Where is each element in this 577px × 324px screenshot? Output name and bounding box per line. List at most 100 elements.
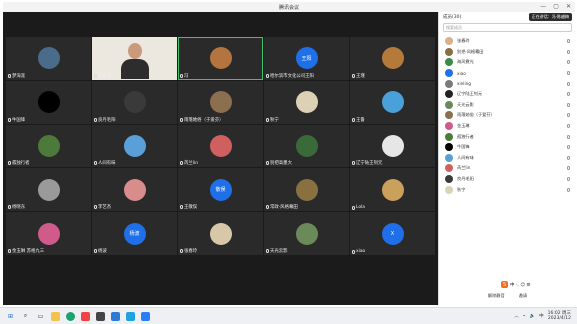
speaking-indicator: 正在讲话：冯·陈越梅 <box>528 13 572 21</box>
window-title: 腾讯会议 <box>278 4 299 11</box>
file-explorer-icon[interactable] <box>51 311 60 321</box>
member-row[interactable]: 雨落她俗（于爱芬） <box>439 110 576 121</box>
app-icon[interactable] <box>81 311 90 321</box>
participant-avatar: 王阳 <box>295 47 318 70</box>
mic-icon <box>180 161 183 166</box>
mic-icon[interactable] <box>567 166 570 171</box>
member-row[interactable]: 海风霓光 <box>439 57 576 68</box>
participant-tile[interactable]: 杨波 杨波 <box>92 212 177 256</box>
member-row[interactable]: 芮兰lin <box>439 163 576 174</box>
participant-tile[interactable]: 孤独行者 <box>6 124 91 168</box>
mic-icon[interactable] <box>567 155 570 160</box>
mic-icon[interactable] <box>567 113 570 118</box>
participant-name: 张春玲 <box>180 248 197 254</box>
invite-button[interactable]: 邀请 <box>519 293 527 299</box>
participant-tile[interactable]: 常政·风格幕田 <box>264 168 349 212</box>
mic-icon[interactable] <box>567 92 570 97</box>
app-icon-3[interactable] <box>126 311 135 321</box>
participant-name-label: 良丹毛阳 <box>98 117 116 123</box>
participant-tile[interactable]: Lola <box>350 168 435 212</box>
participant-tile[interactable]: 张春玲 <box>178 212 263 256</box>
participant-tile[interactable]: 王瑾 <box>350 37 435 80</box>
member-row[interactable]: xinling <box>439 78 576 89</box>
participant-tile[interactable]: 李晓峰 <box>92 37 177 80</box>
member-row[interactable]: 天光云影 <box>439 100 576 111</box>
members-count[interactable]: 成员(30) <box>443 14 461 20</box>
participant-tile[interactable]: 牛国锋 <box>6 80 91 124</box>
member-avatar <box>445 90 453 99</box>
mic-icon[interactable] <box>567 187 570 192</box>
participant-tile[interactable]: Xxiao <box>350 212 435 256</box>
participant-tile[interactable]: 梦海涯 <box>6 37 91 80</box>
tencent-meeting-icon[interactable] <box>141 311 150 321</box>
participant-avatar <box>295 135 318 158</box>
task-view-icon[interactable]: ▭ <box>36 312 45 321</box>
participant-name-label: 杨晓东 <box>12 205 26 211</box>
search-icon[interactable]: ⌕ <box>21 312 30 321</box>
participant-tile[interactable]: 王阳哈尔滨市文化公司王阳 <box>264 37 349 80</box>
tray-chevron-icon[interactable]: ︿ <box>514 313 519 319</box>
member-avatar <box>445 69 453 78</box>
member-avatar <box>445 185 453 194</box>
mic-icon[interactable] <box>567 71 570 76</box>
store-icon[interactable] <box>96 311 105 321</box>
member-row[interactable]: 孤独行者 <box>439 131 576 142</box>
mic-icon[interactable] <box>567 49 570 54</box>
mic-icon <box>180 249 183 254</box>
member-row[interactable]: xiao <box>439 68 576 79</box>
participant-tile[interactable]: 杨晓东 <box>6 168 91 212</box>
participant-tile[interactable]: 秋宁 <box>264 80 349 124</box>
edge-icon[interactable] <box>66 311 75 321</box>
participant-name-label: 哈尔滨市文化公司王阳 <box>270 73 314 79</box>
unmute-all-button[interactable]: 解除静音 <box>488 293 505 299</box>
participant-tile[interactable]: 人间有味 <box>92 124 177 168</box>
member-row[interactable]: 人间有味 <box>439 153 576 164</box>
mic-icon <box>266 73 269 78</box>
participant-tile[interactable]: 雨落她俗（于爱芬） <box>178 80 263 124</box>
maximize-button[interactable]: ▢ <box>553 3 559 10</box>
minimize-button[interactable]: — <box>540 3 546 10</box>
participant-tile[interactable]: 芮兰lin <box>178 124 263 168</box>
close-button[interactable]: ✕ <box>566 3 571 10</box>
member-row[interactable]: 良丹毛阳 <box>439 174 576 185</box>
app-icon-2[interactable] <box>111 311 120 321</box>
participant-tile[interactable]: 天光云影 <box>264 212 349 256</box>
member-avatar <box>445 132 453 141</box>
mic-icon[interactable] <box>567 145 570 150</box>
member-avatar <box>445 111 453 120</box>
participant-tile[interactable]: 敬俣 王敬俣 <box>178 168 263 212</box>
participant-avatar <box>209 135 232 158</box>
participant-avatar: 杨波 <box>123 222 146 245</box>
member-search-input[interactable]: 搜索成员 <box>443 23 572 32</box>
participant-tile[interactable]: 良丹毛阳 <box>92 80 177 124</box>
ime-indicator[interactable]: 中 <box>539 313 544 319</box>
member-row[interactable]: 秋宁 <box>439 184 576 195</box>
mic-icon <box>180 73 183 78</box>
mic-icon <box>266 205 269 210</box>
search-row: 搜索成员 <box>439 22 576 33</box>
mic-icon[interactable] <box>567 39 570 44</box>
network-icon[interactable]: ⌁ <box>523 314 526 319</box>
mic-icon[interactable] <box>567 124 570 129</box>
volume-icon[interactable]: 🔈 <box>529 314 535 319</box>
participant-tile[interactable]: 辽宁陆王钊元 <box>350 124 435 168</box>
windows-start-icon[interactable]: ⊞ <box>6 312 15 321</box>
participant-tile[interactable]: 王鲁 <box>350 80 435 124</box>
participant-grid: 梦海涯 李晓峰冯王阳 哈尔滨市文化公司王阳 王瑾 牛国锋 良丹毛阳 雨落她俗（于爱芬） 秋宁王… <box>6 37 435 299</box>
participant-name-label: 冯 <box>184 73 189 79</box>
participant-tile[interactable]: 冯 <box>178 37 263 80</box>
participant-tile[interactable]: 别把高墨大 <box>264 124 349 168</box>
member-row[interactable]: 别把·风格幕田 <box>439 47 576 58</box>
mic-icon[interactable] <box>567 60 570 65</box>
participant-tile[interactable]: 李艺杰 <box>92 168 177 212</box>
member-row[interactable]: 牛国锋 <box>439 142 576 153</box>
member-row[interactable]: 张春玲 <box>439 36 576 47</box>
mic-icon[interactable] <box>567 134 570 139</box>
member-row[interactable]: 辽宁陆王钊元 <box>439 89 576 100</box>
mic-icon[interactable] <box>567 81 570 86</box>
mic-icon[interactable] <box>567 102 570 107</box>
mic-icon[interactable] <box>567 177 570 182</box>
clock[interactable]: 16:02 周三 2023/4/12 <box>548 311 571 321</box>
member-row[interactable]: 金玉琳 <box>439 121 576 132</box>
participant-tile[interactable]: 金玉琳 苏格九三 <box>6 212 91 256</box>
